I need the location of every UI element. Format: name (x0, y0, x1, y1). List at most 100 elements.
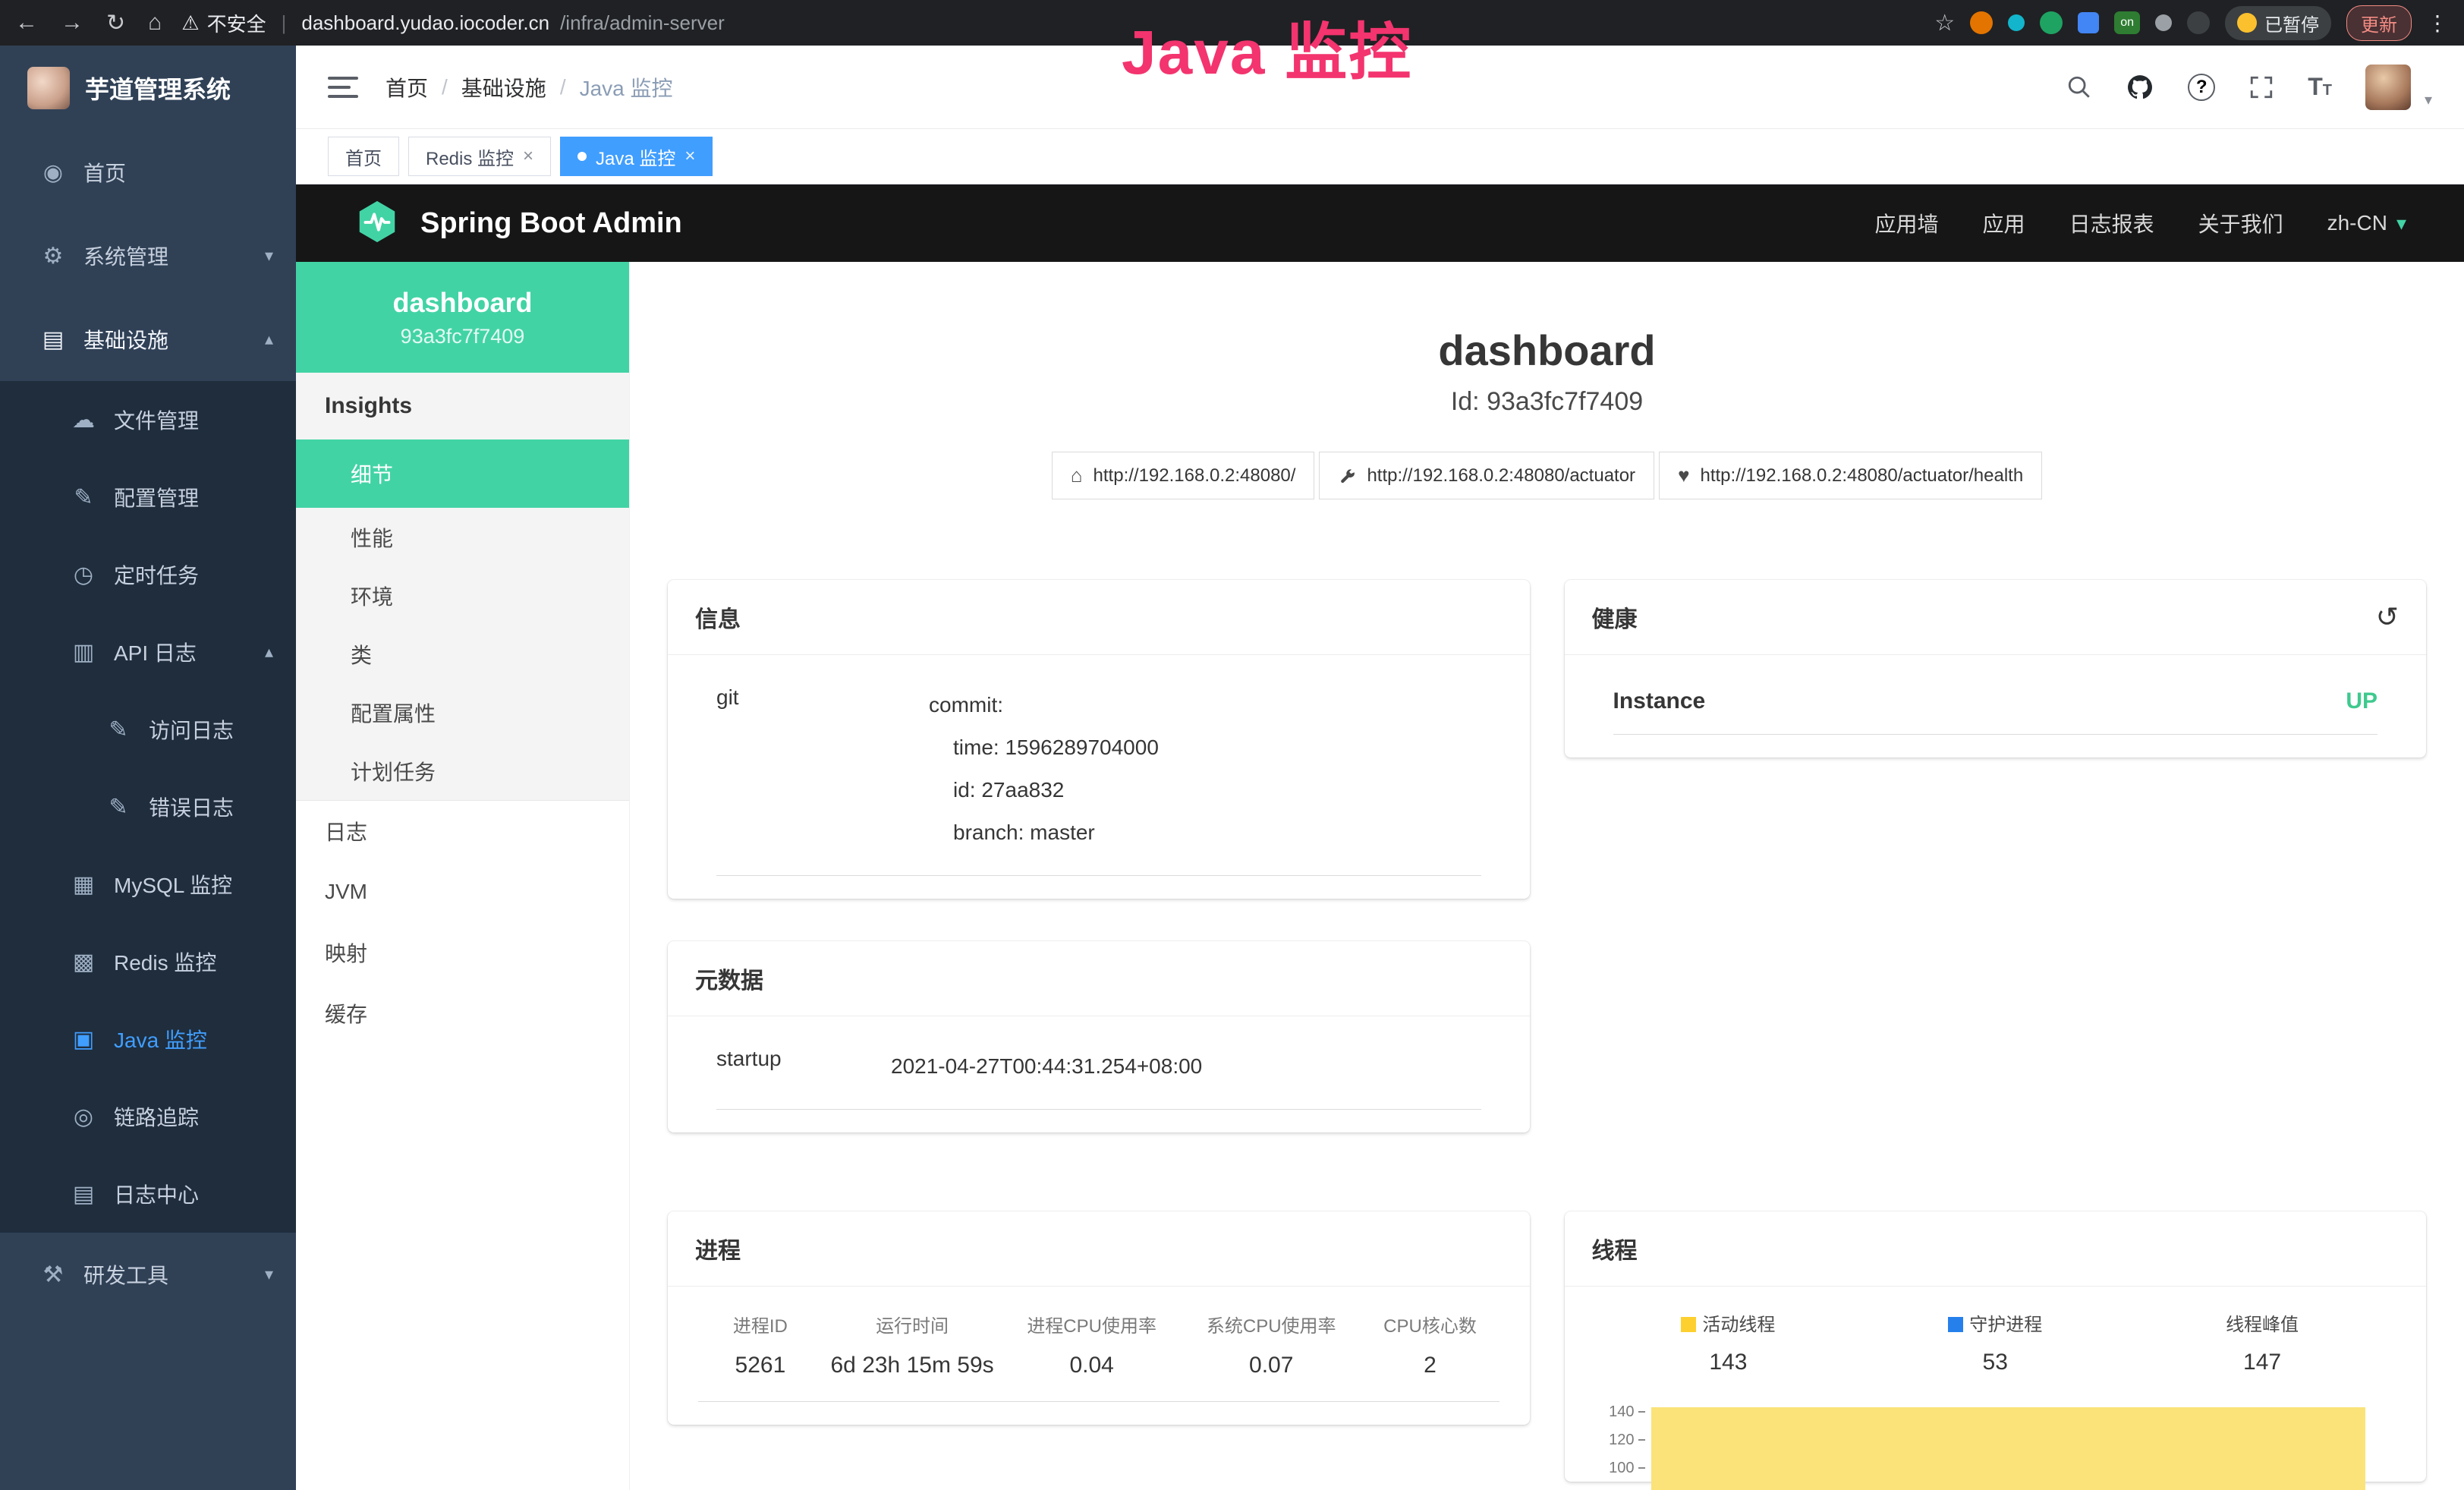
sba-item-jvm[interactable]: JVM (296, 862, 629, 922)
sba-item-configprops[interactable]: 配置属性 (296, 683, 629, 742)
app-logo[interactable]: 芋道管理系统 (0, 46, 296, 131)
breadcrumb-current: Java 监控 (580, 72, 673, 102)
java-monitor-icon: ▣ (70, 1026, 97, 1053)
locale-selector[interactable]: zh-CN ▾ (2327, 211, 2406, 235)
sba-nav-applications[interactable]: 应用 (1983, 208, 2025, 238)
sidebar-item-file-manage[interactable]: ☁ 文件管理 (0, 381, 296, 458)
address-bar[interactable]: ⚠ 不安全 | dashboard.yudao.iocoder.cn/infra… (181, 9, 1934, 37)
fullscreen-icon[interactable] (2248, 74, 2274, 100)
font-size-icon[interactable]: TT (2308, 73, 2332, 101)
sba-instance-block[interactable]: dashboard 93a3fc7f7409 (296, 262, 629, 373)
help-icon[interactable]: ? (2188, 74, 2215, 101)
close-icon[interactable]: × (523, 146, 533, 167)
extension-icon[interactable] (2040, 11, 2063, 34)
sba-nav-journal[interactable]: 日志报表 (2069, 208, 2154, 238)
chevron-down-icon: ▾ (265, 1265, 273, 1284)
sidebar-item-home[interactable]: ◉ 首页 (0, 131, 296, 214)
update-button[interactable]: 更新 (2346, 5, 2412, 41)
sba-logo-icon (354, 198, 401, 249)
gear-icon: ⚙ (39, 243, 67, 269)
page-title: dashboard (630, 326, 2464, 375)
chevron-up-icon: ▴ (265, 642, 273, 662)
card-title: 信息 (695, 600, 741, 634)
info-value: commit: time: 1596289704000 id: 27aa832 … (929, 684, 1159, 854)
health-card: 健康 ↺ Instance UP (1565, 580, 2427, 758)
user-avatar[interactable] (2365, 65, 2411, 110)
active-dot (577, 152, 587, 161)
legend-live-threads: 活动线程 143 (1595, 1309, 1862, 1375)
forward-icon[interactable]: → (61, 10, 83, 36)
log-center-icon: ▤ (70, 1181, 97, 1208)
heart-icon: ♥ (1678, 464, 1689, 487)
extension-icon[interactable] (2008, 14, 2025, 31)
service-url-link[interactable]: ⌂ http://192.168.0.2:48080/ (1052, 452, 1315, 499)
edit-icon: ✎ (70, 484, 97, 511)
tab-redis-monitor[interactable]: Redis 监控 × (408, 137, 551, 176)
breadcrumb-infrastructure[interactable]: 基础设施 (461, 72, 546, 102)
infrastructure-submenu: ☁ 文件管理 ✎ 配置管理 ◷ 定时任务 ▥ API 日志 ▴ ✎ 访问日志 ✎… (0, 381, 296, 1233)
extension-icon[interactable] (2078, 12, 2099, 33)
sidebar-item-trace[interactable]: ◎ 链路追踪 (0, 1078, 296, 1155)
github-icon[interactable] (2126, 73, 2154, 102)
security-warning[interactable]: ⚠ 不安全 (181, 9, 266, 37)
close-icon[interactable]: × (684, 146, 695, 167)
sidebar-item-api-log[interactable]: ▥ API 日志 ▴ (0, 613, 296, 691)
sidebar-item-error-log[interactable]: ✎ 错误日志 (0, 768, 296, 846)
sba-item-scheduledtasks[interactable]: 计划任务 (296, 742, 629, 800)
instance-id-line: Id: 93a3fc7f7409 (630, 387, 2464, 417)
browser-menu-icon[interactable]: ⋮ (2427, 11, 2449, 36)
extension-icon[interactable]: on (2114, 11, 2140, 34)
card-title: 元数据 (695, 962, 763, 995)
sidebar-item-system[interactable]: ⚙ 系统管理 ▾ (0, 214, 296, 298)
log-icon: ▥ (70, 639, 97, 666)
home-icon: ⌂ (1071, 464, 1083, 487)
caret-down-icon[interactable]: ▾ (2425, 90, 2432, 109)
sidebar-item-access-log[interactable]: ✎ 访问日志 (0, 691, 296, 768)
health-url-link[interactable]: ♥ http://192.168.0.2:48080/actuator/heal… (1659, 452, 2042, 499)
extension-icon[interactable] (2187, 11, 2210, 34)
reload-icon[interactable]: ↻ (106, 10, 125, 36)
sba-nav-wallboard[interactable]: 应用墙 (1875, 208, 1939, 238)
collapse-sidebar-icon[interactable] (328, 77, 358, 98)
card-title: 健康 (1592, 600, 1638, 634)
extension-icon[interactable] (2155, 14, 2172, 31)
sba-item-caches[interactable]: 缓存 (296, 983, 629, 1044)
logo-avatar (27, 67, 70, 109)
history-icon[interactable]: ↺ (2376, 603, 2399, 631)
search-icon[interactable] (2066, 74, 2092, 100)
bookmark-star-icon[interactable]: ☆ (1934, 10, 1955, 36)
sidebar-item-redis-monitor[interactable]: ▩ Redis 监控 (0, 923, 296, 1000)
redis-icon: ▩ (70, 949, 97, 975)
sba-item-logs[interactable]: 日志 (296, 801, 629, 862)
breadcrumb-home[interactable]: 首页 (385, 72, 428, 102)
sidebar-item-scheduled-task[interactable]: ◷ 定时任务 (0, 536, 296, 613)
status-badge: UP (2346, 688, 2377, 714)
browser-home-icon[interactable]: ⌂ (148, 10, 162, 36)
sidebar-item-infrastructure[interactable]: ▤ 基础设施 ▴ (0, 298, 296, 381)
sba-item-classes[interactable]: 类 (296, 625, 629, 683)
sba-nav-about[interactable]: 关于我们 (2198, 208, 2283, 238)
chart-area-series (1651, 1407, 2366, 1490)
sba-item-details[interactable]: 细节 (296, 439, 629, 508)
info-key: git (716, 684, 929, 854)
process-table: 进程ID5261 运行时间6d 23h 15m 59s 进程CPU使用率0.04… (698, 1311, 1499, 1402)
sba-item-mappings[interactable]: 映射 (296, 922, 629, 983)
legend-swatch-yellow (1681, 1317, 1696, 1332)
sidebar-item-log-center[interactable]: ▤ 日志中心 (0, 1155, 296, 1233)
annotation-java-monitor: Java 监控 (1122, 2, 1412, 92)
paused-badge[interactable]: 已暂停 (2225, 6, 2331, 40)
tab-java-monitor[interactable]: Java 监控 × (560, 137, 713, 176)
sba-item-metrics[interactable]: 性能 (296, 508, 629, 566)
sidebar-item-java-monitor[interactable]: ▣ Java 监控 (0, 1000, 296, 1078)
actuator-url-link[interactable]: http://192.168.0.2:48080/actuator (1319, 452, 1654, 499)
sidebar-item-config-manage[interactable]: ✎ 配置管理 (0, 458, 296, 536)
sba-item-environment[interactable]: 环境 (296, 566, 629, 625)
table-row: Instance UP (1613, 684, 2378, 735)
sidebar-item-mysql-monitor[interactable]: ▦ MySQL 监控 (0, 846, 296, 923)
back-icon[interactable]: ← (15, 10, 38, 36)
tab-home[interactable]: 首页 (328, 137, 399, 176)
sba-header: Spring Boot Admin 应用墙 应用 日志报表 关于我们 zh-CN… (296, 184, 2464, 262)
extension-icon[interactable] (1970, 11, 1993, 34)
sba-brand[interactable]: Spring Boot Admin (420, 207, 682, 240)
sidebar-item-dev-tools[interactable]: ⚒ 研发工具 ▾ (0, 1233, 296, 1316)
